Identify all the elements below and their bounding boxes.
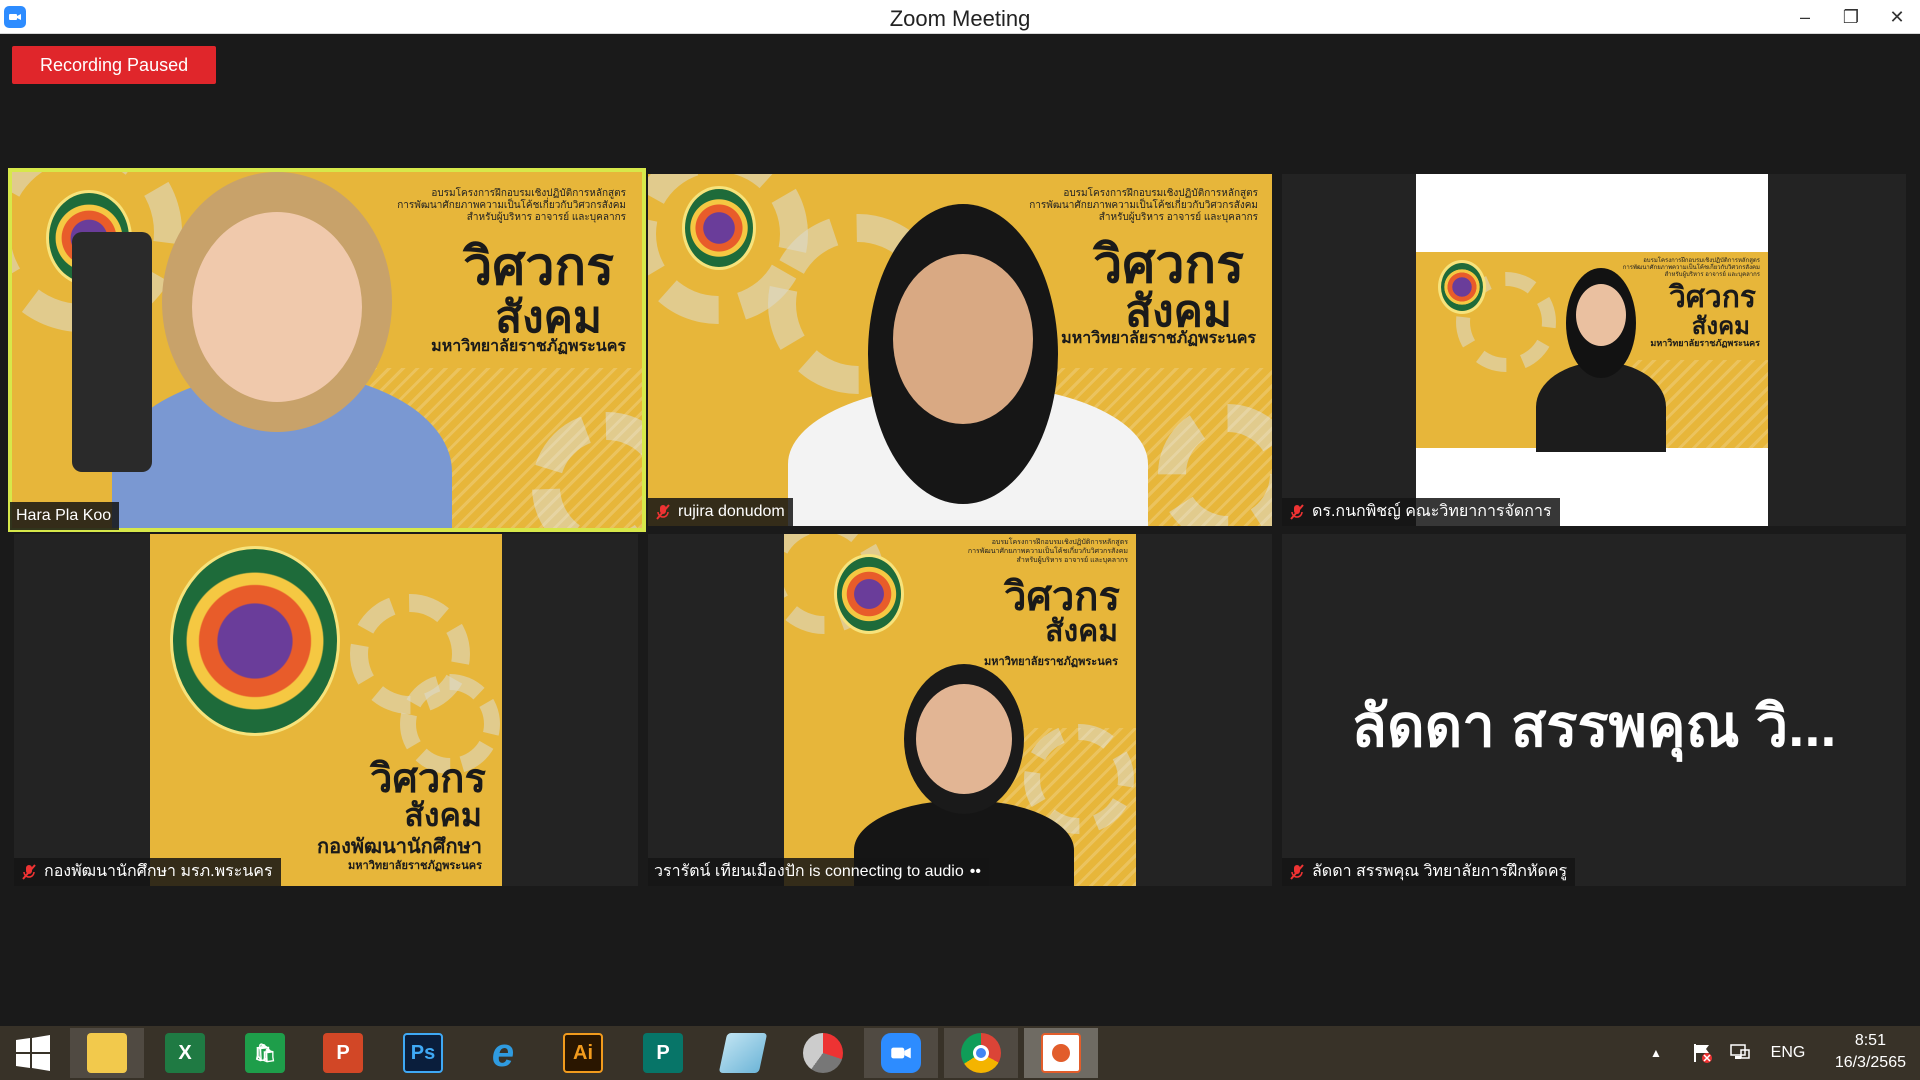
university-name: มหาวิทยาลัยราชภัฏพระนคร bbox=[1650, 338, 1760, 348]
meeting-gallery: Recording Paused อบรมโครงการฝึกอบรมเชิงป… bbox=[0, 34, 1920, 1026]
participant-video: วิศวกร สังคม กองพัฒนานักศึกษา มหาวิทยาลั… bbox=[150, 534, 502, 886]
participant-tile-5[interactable]: อบรมโครงการฝึกอบรมเชิงปฏิบัติการหลักสูตร… bbox=[648, 534, 1272, 886]
taskbar-excel[interactable]: X bbox=[148, 1028, 222, 1078]
photoshop-icon: Ps bbox=[403, 1033, 443, 1073]
system-clock[interactable]: 8:51 16/3/2565 bbox=[1835, 1030, 1906, 1074]
participant-name: ดร.กนกพิชญ์ คณะวิทยาการจัดการ bbox=[1312, 503, 1552, 520]
participant-name-tag: ดร.กนกพิชญ์ คณะวิทยาการจัดการ bbox=[1282, 498, 1560, 526]
participant-display-name: ลัดดา สรรพคุณ วิ... bbox=[1351, 694, 1837, 759]
participant-tile-1[interactable]: อบรมโครงการฝึกอบรมเชิงปฏิบัติการหลักสูตร… bbox=[8, 168, 646, 532]
taskbar-photos[interactable] bbox=[1024, 1028, 1098, 1078]
participant-name-tag: Hara Pla Koo bbox=[10, 502, 120, 530]
participant-name-tag: ลัดดา สรรพคุณ วิทยาลัยการฝึกหัดครู bbox=[1282, 858, 1576, 886]
participant-video: อบรมโครงการฝึกอบรมเชิงปฏิบัติการหลักสูตร… bbox=[12, 172, 642, 528]
clock-time: 8:51 bbox=[1854, 1032, 1886, 1049]
participant-video: อบรมโครงการฝึกอบรมเชิงปฏิบัติการหลักสูตร… bbox=[648, 174, 1272, 526]
language-indicator[interactable]: ENG bbox=[1764, 1026, 1812, 1080]
university-name: มหาวิทยาลัยราชภัฏพระนคร bbox=[348, 860, 482, 872]
participant-tile-2[interactable]: อบรมโครงการฝึกอบรมเชิงปฏิบัติการหลักสูตร… bbox=[648, 174, 1272, 526]
participant-name-tag: rujira donudom bbox=[648, 498, 793, 526]
muted-mic-icon bbox=[1288, 503, 1306, 521]
university-name: มหาวิทยาลัยราชภัฏพระนคร bbox=[431, 338, 626, 355]
minimize-button[interactable]: – bbox=[1782, 0, 1828, 34]
muted-mic-icon bbox=[20, 863, 38, 881]
project-line-1: อบรมโครงการฝึกอบรมเชิงปฏิบัติการหลักสูตร bbox=[1643, 258, 1760, 264]
participant-name: วรารัตน์ เทียนเมืองปัก is connecting to … bbox=[654, 863, 964, 880]
recording-paused-badge[interactable]: Recording Paused bbox=[12, 46, 217, 84]
muted-mic-icon bbox=[1288, 863, 1306, 881]
university-name: มหาวิทยาลัยราชภัฏพระนคร bbox=[984, 656, 1118, 668]
project-line-3: สำหรับผู้บริหาร อาจารย์ และบุคลากร bbox=[466, 212, 626, 223]
taskbar-chrome[interactable] bbox=[944, 1028, 1018, 1078]
window-title: Zoom Meeting bbox=[889, 6, 1031, 31]
title-bar: Zoom Meeting – ❐ ✕ bbox=[0, 0, 1920, 34]
project-line-2: การพัฒนาศักยภาพความเป็นโค้ชเกี่ยวกับวิศว… bbox=[967, 548, 1128, 555]
taskbar-photoscape[interactable] bbox=[786, 1028, 860, 1078]
taskbar-powerpoint[interactable]: P bbox=[306, 1028, 380, 1078]
flag-icon[interactable] bbox=[1686, 1026, 1718, 1080]
university-logo bbox=[834, 554, 904, 634]
taskbar-zoom[interactable] bbox=[864, 1028, 938, 1078]
tray-overflow-chevron[interactable]: ▲ bbox=[1640, 1026, 1672, 1080]
university-logo bbox=[170, 546, 340, 736]
excel-icon: X bbox=[165, 1033, 205, 1073]
participant-name: rujira donudom bbox=[678, 503, 785, 520]
project-line-1: อบรมโครงการฝึกอบรมเชิงปฏิบัติการหลักสูตร bbox=[431, 188, 626, 199]
network-icon[interactable] bbox=[1724, 1026, 1756, 1080]
notepad-icon bbox=[718, 1033, 768, 1073]
project-line-2: การพัฒนาศักยภาพความเป็นโค้ชเกี่ยวกับวิศว… bbox=[397, 200, 626, 211]
taskbar: X 🛍 P Ps e Ai P ▲ ENG 8:51 16/3/2565 bbox=[0, 1026, 1920, 1080]
project-line-1: อบรมโครงการฝึกอบรมเชิงปฏิบัติการหลักสูตร bbox=[991, 539, 1128, 546]
windows-start-button[interactable] bbox=[0, 1026, 66, 1080]
illustrator-icon: Ai bbox=[563, 1033, 603, 1073]
project-line-1: อบรมโครงการฝึกอบรมเชิงปฏิบัติการหลักสูตร bbox=[1063, 188, 1258, 199]
muted-mic-icon bbox=[654, 503, 672, 521]
store-icon: 🛍 bbox=[245, 1033, 285, 1073]
photoscape-icon bbox=[803, 1033, 843, 1073]
big-title-2: สังคม bbox=[1045, 615, 1118, 648]
taskbar-internet-explorer[interactable]: e bbox=[466, 1028, 540, 1078]
photos-icon bbox=[1041, 1033, 1081, 1073]
participant-tile-4[interactable]: วิศวกร สังคม กองพัฒนานักศึกษา มหาวิทยาลั… bbox=[14, 534, 638, 886]
participant-video: อบรมโครงการฝึกอบรมเชิงปฏิบัติการหลักสูตร… bbox=[784, 534, 1136, 886]
participant-name: Hara Pla Koo bbox=[16, 507, 112, 524]
close-button[interactable]: ✕ bbox=[1874, 0, 1920, 34]
taskbar-notepad[interactable] bbox=[706, 1028, 780, 1078]
project-line-3: สำหรับผู้บริหาร อาจารย์ และบุคลากร bbox=[1016, 557, 1128, 564]
taskbar-store[interactable]: 🛍 bbox=[228, 1028, 302, 1078]
powerpoint-icon: P bbox=[323, 1033, 363, 1073]
university-logo bbox=[1438, 260, 1486, 314]
zoom-icon bbox=[881, 1033, 921, 1073]
restore-button[interactable]: ❐ bbox=[1828, 0, 1874, 34]
windows-logo-icon bbox=[16, 1035, 50, 1071]
participant-video: อบรมโครงการฝึกอบรมเชิงปฏิบัติการหลักสูตร… bbox=[1416, 174, 1768, 526]
folder-icon bbox=[87, 1033, 127, 1073]
participant-name: ลัดดา สรรพคุณ วิทยาลัยการฝึกหัดครู bbox=[1312, 863, 1568, 880]
participant-tile-6[interactable]: ลัดดา สรรพคุณ วิ... ลัดดา สรรพคุณ วิทยาล… bbox=[1282, 534, 1906, 886]
clock-date: 16/3/2565 bbox=[1834, 1054, 1906, 1071]
project-line-2: การพัฒนาศักยภาพความเป็นโค้ชเกี่ยวกับวิศว… bbox=[1622, 265, 1760, 271]
taskbar-publisher[interactable]: P bbox=[626, 1028, 700, 1078]
participant-name-tag: กองพัฒนานักศึกษา มรภ.พระนคร bbox=[14, 858, 281, 886]
chrome-icon bbox=[961, 1033, 1001, 1073]
taskbar-file-explorer[interactable] bbox=[70, 1028, 144, 1078]
participant-name: กองพัฒนานักศึกษา มรภ.พระนคร bbox=[44, 863, 273, 880]
participant-name-tag: วรารัตน์ เทียนเมืองปัก is connecting to … bbox=[648, 858, 989, 886]
internet-explorer-icon: e bbox=[491, 1030, 515, 1075]
publisher-icon: P bbox=[643, 1033, 683, 1073]
taskbar-photoshop[interactable]: Ps bbox=[386, 1028, 460, 1078]
taskbar-illustrator[interactable]: Ai bbox=[546, 1028, 620, 1078]
participant-tile-3[interactable]: อบรมโครงการฝึกอบรมเชิงปฏิบัติการหลักสูตร… bbox=[1282, 174, 1906, 526]
university-logo bbox=[682, 186, 756, 270]
connecting-indicator: •• bbox=[969, 863, 981, 880]
project-line-2: การพัฒนาศักยภาพความเป็นโค้ชเกี่ยวกับวิศว… bbox=[1029, 200, 1258, 211]
university-name: มหาวิทยาลัยราชภัฏพระนคร bbox=[1061, 330, 1256, 347]
